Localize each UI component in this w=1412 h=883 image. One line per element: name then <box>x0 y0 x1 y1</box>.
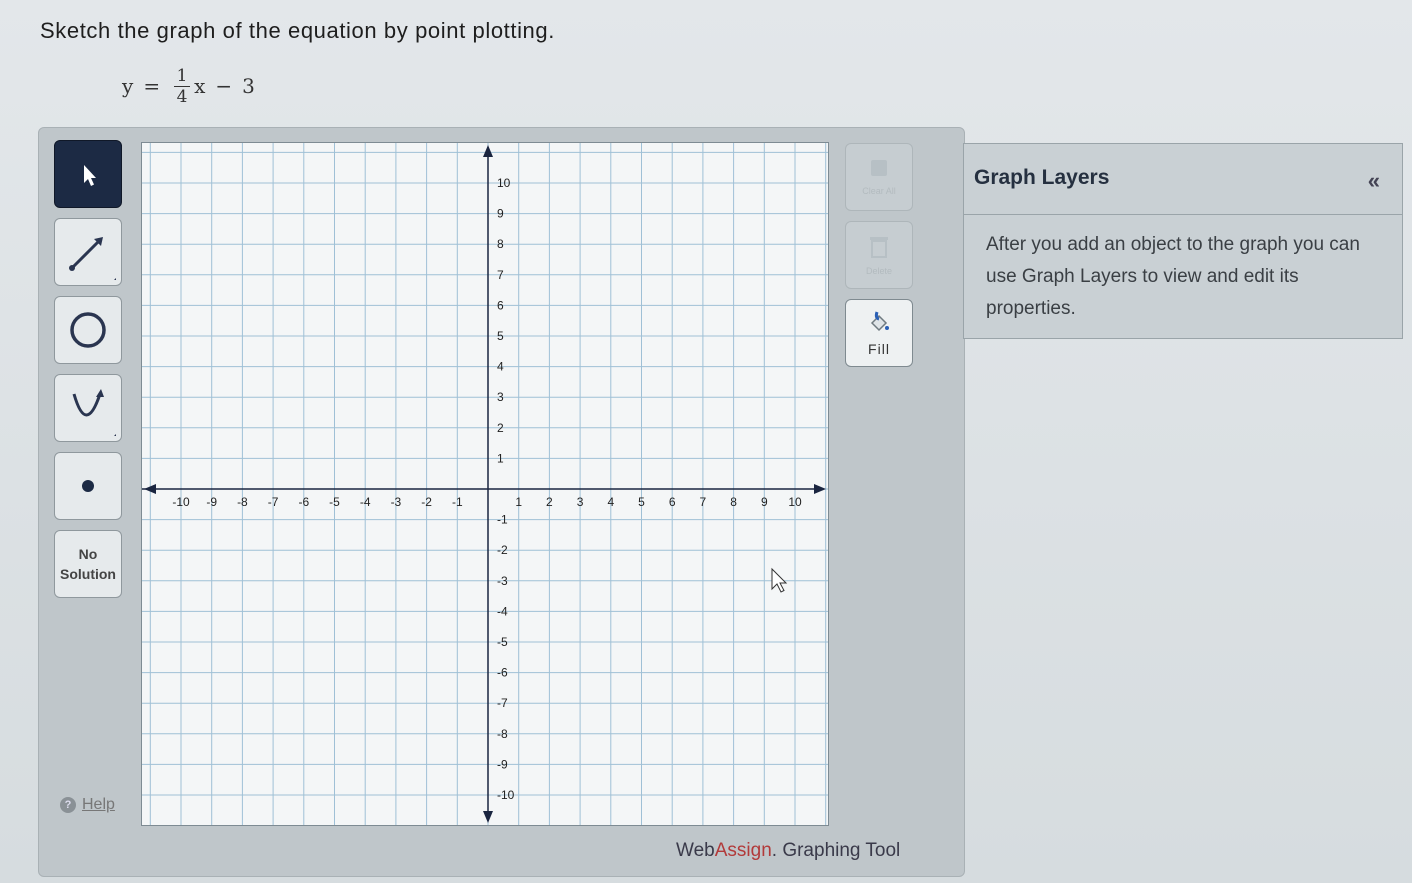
x-tick-label: 6 <box>669 495 676 509</box>
y-axis-arrow-down <box>483 811 493 823</box>
graph-layers-description: After you add an object to the graph you… <box>986 234 1360 319</box>
x-tick-label: 5 <box>638 495 645 509</box>
x-tick-label: -4 <box>360 495 371 509</box>
footer-brand-web: Web <box>676 840 715 861</box>
arrow-pointer-icon <box>84 165 96 186</box>
x-tick-label: 8 <box>730 495 737 509</box>
collapse-panel-icon[interactable]: « <box>1368 168 1380 194</box>
trash-icon <box>870 237 888 258</box>
no-solution-label-line2: Solution <box>60 566 116 582</box>
fill-label: Fill <box>868 341 890 357</box>
delete-button[interactable]: Delete <box>845 221 913 289</box>
clear-all-label: Clear All <box>862 186 896 196</box>
circle-tool-button[interactable] <box>54 296 122 364</box>
point-icon <box>82 480 94 492</box>
parabola-icon <box>72 389 116 436</box>
y-tick-label: 6 <box>497 298 504 312</box>
y-tick-label: 8 <box>497 237 504 251</box>
delete-label: Delete <box>865 266 892 276</box>
x-tick-label: -8 <box>237 495 248 509</box>
parabola-tool-button[interactable] <box>54 374 122 442</box>
fraction-denominator: 4 <box>176 86 188 107</box>
x-tick-label: -2 <box>421 495 432 509</box>
y-tick-label: -1 <box>497 513 508 527</box>
circle-icon <box>70 312 106 348</box>
paint-bucket-icon <box>870 311 889 332</box>
x-tick-label: 2 <box>546 495 553 509</box>
y-tick-label: 5 <box>497 329 504 343</box>
equation-minus: − <box>215 74 233 98</box>
help-label: Help <box>82 796 115 813</box>
x-tick-label: -1 <box>452 495 463 509</box>
x-tick-label: -5 <box>329 495 340 509</box>
fill-button[interactable]: Fill <box>845 299 913 367</box>
question-instruction: Sketch the graph of the equation by poin… <box>40 18 555 43</box>
x-tick-label: -9 <box>206 495 217 509</box>
x-tick-label: 1 <box>515 495 522 509</box>
footer-brand: WebAssign. Graphing Tool <box>676 840 900 862</box>
x-axis-arrow-right <box>814 484 826 494</box>
y-tick-label: -8 <box>497 727 508 741</box>
x-tick-label: -10 <box>172 495 190 509</box>
y-tick-label: -9 <box>497 757 508 771</box>
point-tool-button[interactable] <box>54 452 122 520</box>
equation-variable: x <box>194 74 206 98</box>
coordinate-grid[interactable]: -10 -9 -8 -7 -6 -5 -4 -3 -2 -1 1 2 3 4 5 6 7 8 9 10 10 9 8 7 6 5 4… <box>142 143 828 825</box>
x-tick-label: -7 <box>268 495 279 509</box>
mouse-cursor-icon <box>771 567 788 593</box>
y-tick-label: -4 <box>497 604 508 618</box>
x-tick-label: 3 <box>577 495 584 509</box>
y-tick-label: 1 <box>497 451 504 465</box>
x-tick-label: -3 <box>391 495 402 509</box>
x-tick-label: 7 <box>700 495 707 509</box>
clear-all-button[interactable]: Clear All <box>845 143 913 211</box>
x-tick-label: -6 <box>298 495 309 509</box>
graph-layers-title: Graph Layers <box>974 166 1110 189</box>
y-tick-label: 9 <box>497 207 504 221</box>
x-tick-label: 4 <box>607 495 614 509</box>
equation-fraction: 1 4 <box>174 65 191 107</box>
y-tick-label: 4 <box>497 360 504 374</box>
graph-layers-panel: Graph Layers « After you add an object t… <box>963 143 1403 339</box>
x-tick-label: 10 <box>788 495 802 509</box>
y-tick-label: -10 <box>497 788 515 802</box>
equation: y = 1 4 x − 3 <box>122 58 255 114</box>
y-tick-label: -3 <box>497 574 508 588</box>
help-icon: ? <box>60 797 76 813</box>
graph-layers-header: Graph Layers « <box>964 144 1402 215</box>
footer-brand-rest: . Graphing Tool <box>771 840 901 861</box>
x-tick-label: 9 <box>761 495 768 509</box>
y-tick-label: -6 <box>497 666 508 680</box>
equation-constant: 3 <box>242 74 255 98</box>
line-segment-icon <box>69 237 116 280</box>
no-solution-label-line1: No <box>78 546 98 562</box>
line-tool-button[interactable] <box>54 218 122 286</box>
y-tick-label: 10 <box>497 176 511 190</box>
y-tick-label: 2 <box>497 421 504 435</box>
y-tick-label: 7 <box>497 268 504 282</box>
y-tick-label: 3 <box>497 390 504 404</box>
no-solution-label: No Solution <box>60 544 116 584</box>
no-solution-button[interactable]: No Solution <box>54 530 122 598</box>
help-link[interactable]: ? Help <box>60 796 115 814</box>
y-tick-label: -7 <box>497 696 508 710</box>
graph-canvas[interactable]: -10 -9 -8 -7 -6 -5 -4 -3 -2 -1 1 2 3 4 5 6 7 8 9 10 10 9 8 7 6 5 4… <box>141 142 829 826</box>
pointer-tool-button[interactable] <box>54 140 122 208</box>
footer-brand-assign: Assign <box>714 840 772 861</box>
y-tick-label: -5 <box>497 635 508 649</box>
equation-equals: = <box>143 74 161 98</box>
equation-lhs: y <box>122 74 134 98</box>
y-axis-arrow-up <box>483 145 493 157</box>
clear-all-icon <box>871 160 887 176</box>
fraction-numerator: 1 <box>176 65 188 86</box>
y-tick-label: -2 <box>497 543 508 557</box>
